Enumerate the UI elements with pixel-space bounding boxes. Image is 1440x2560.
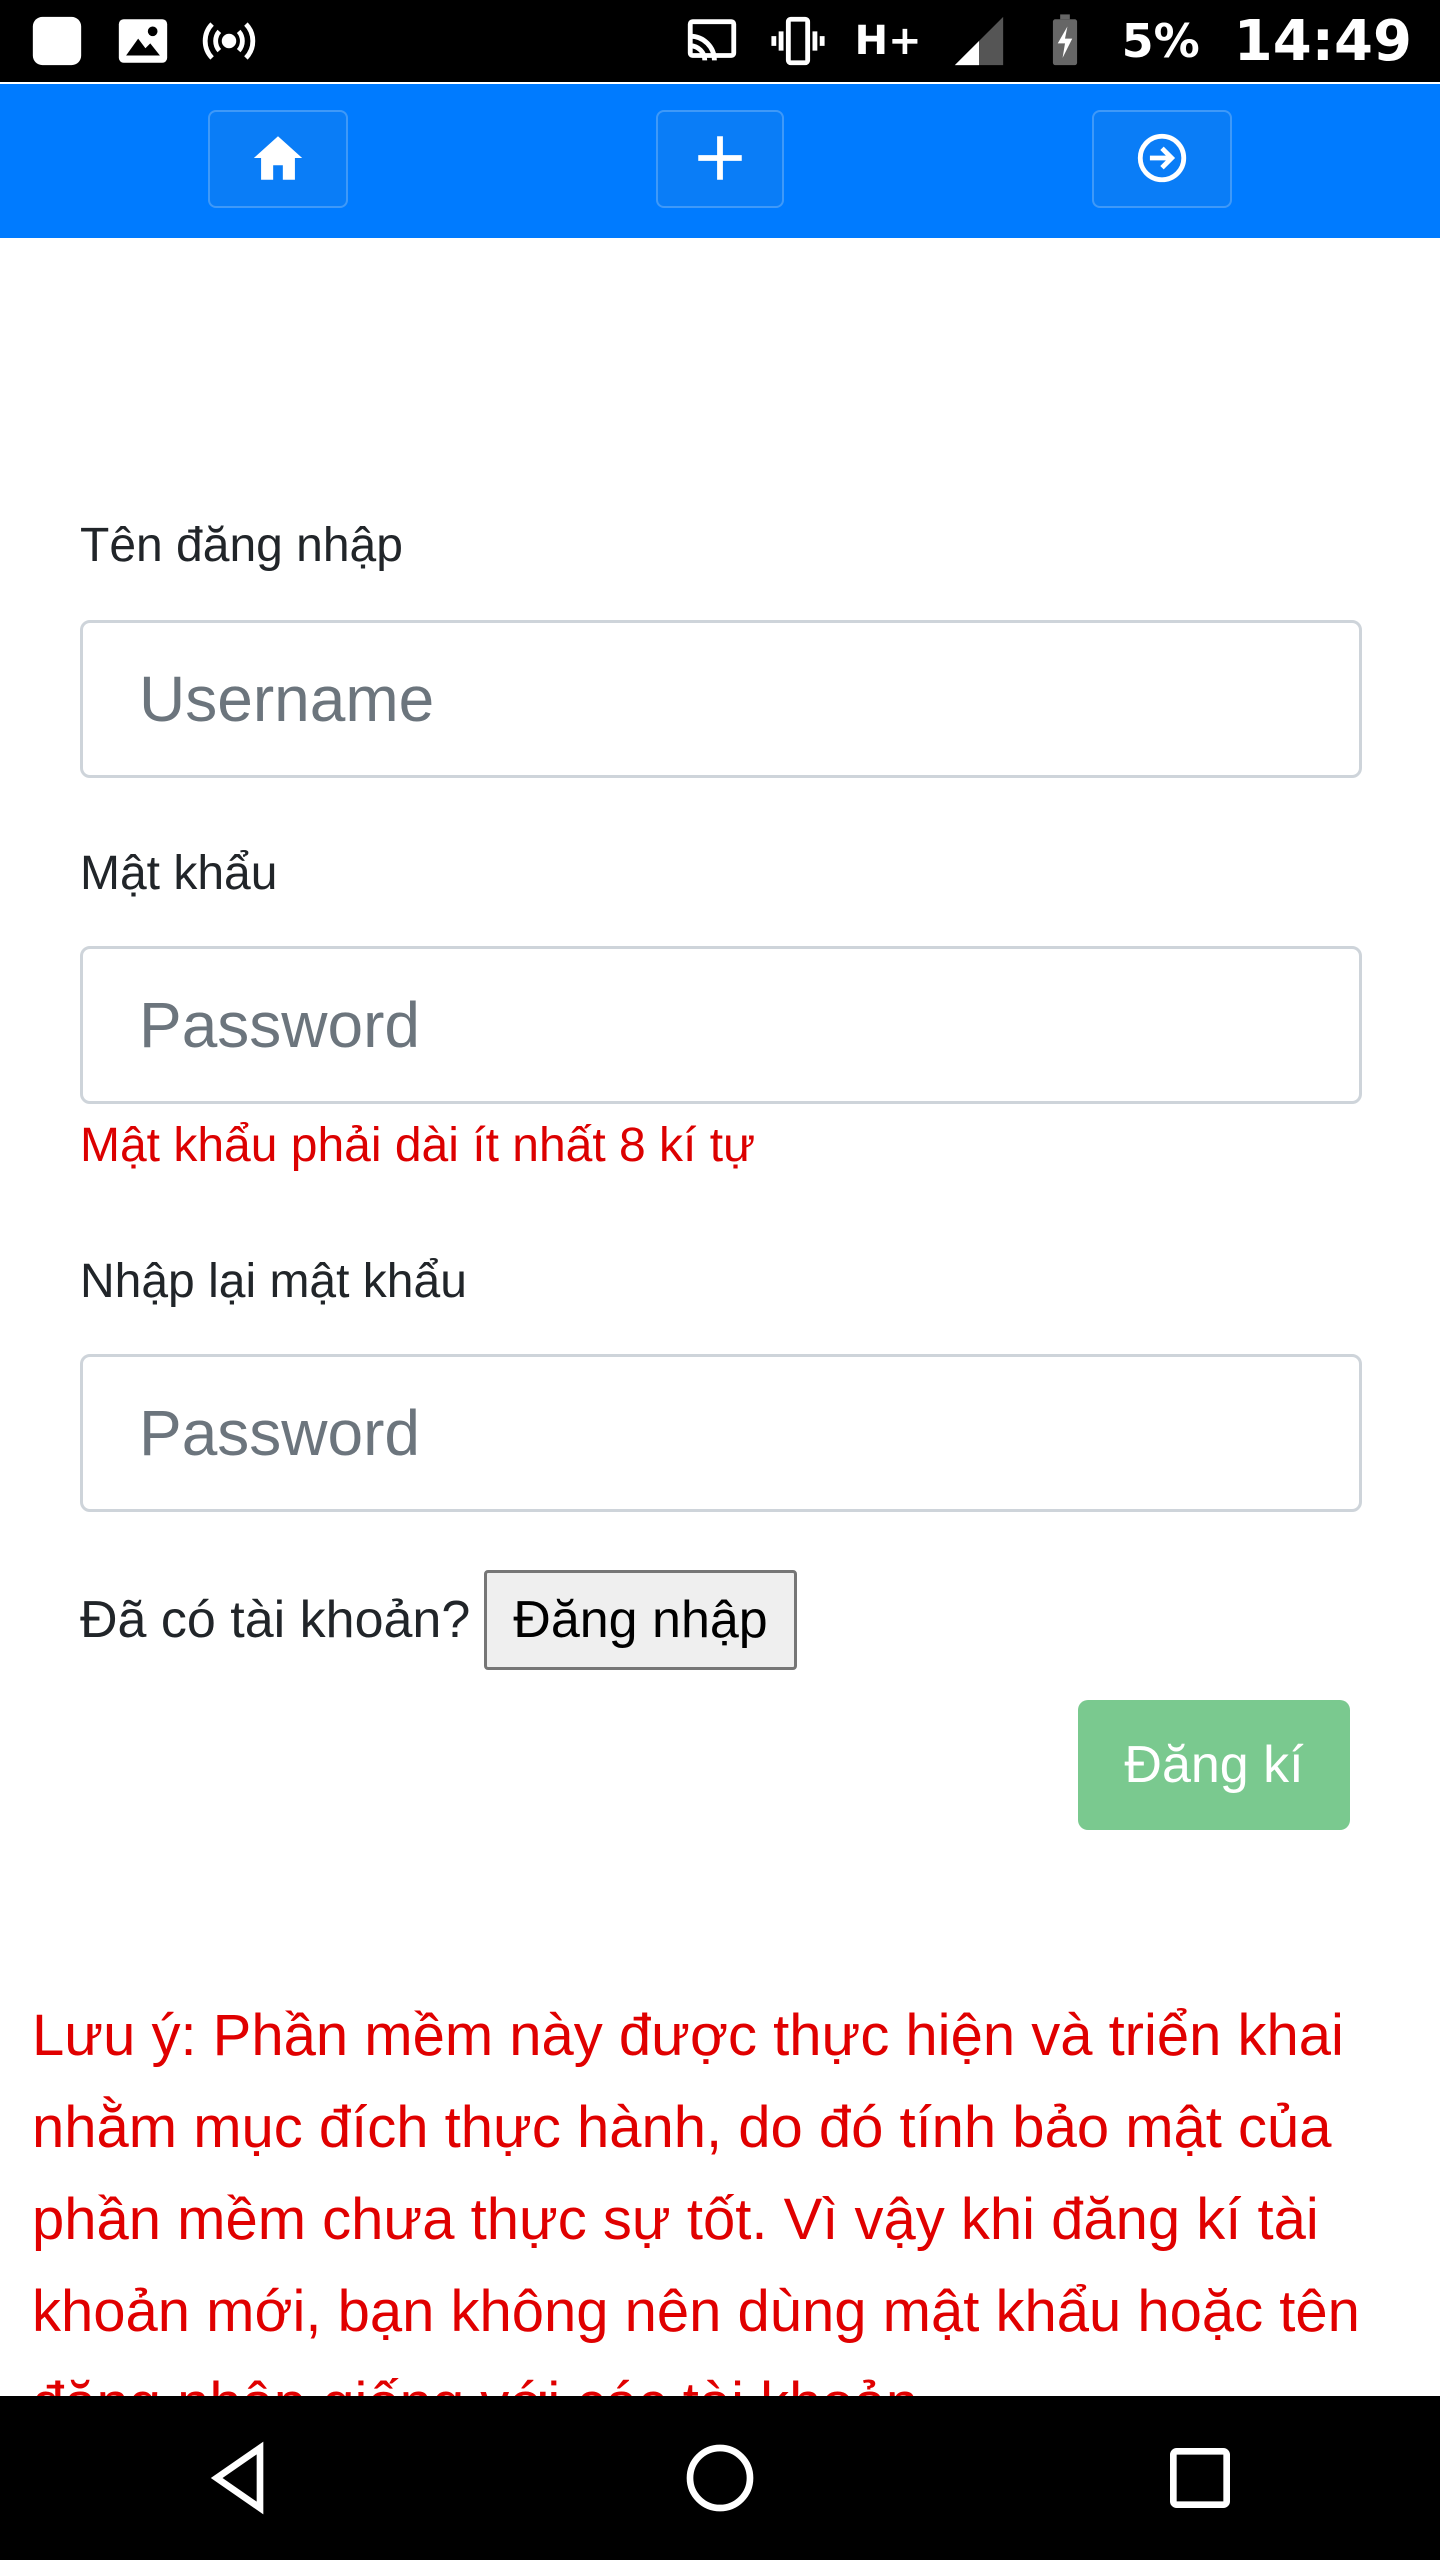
password-input[interactable]	[80, 946, 1362, 1104]
have-account-row: Đã có tài khoản? Đăng nhập	[80, 1570, 797, 1670]
signal-icon	[950, 12, 1008, 70]
sign-in-icon	[1133, 129, 1191, 190]
security-note: Lưu ý: Phần mềm này được thực hiện và tr…	[32, 2003, 1360, 2436]
network-h-plus-icon: H+	[854, 18, 922, 64]
status-bar: H+ 5% 14:49	[0, 0, 1440, 82]
battery-percent: 5%	[1121, 14, 1200, 68]
home-circle-icon	[686, 2444, 754, 2512]
back-icon	[210, 2441, 264, 2515]
have-account-text: Đã có tài khoản?	[80, 1591, 471, 1649]
username-label: Tên đăng nhập	[80, 519, 403, 572]
app-nav-bar	[0, 84, 1440, 238]
battery-charging-icon	[1036, 12, 1094, 70]
system-navigation-bar	[0, 2396, 1440, 2560]
app-icon	[28, 12, 86, 70]
confirm-password-label: Nhập lại mật khẩu	[80, 1255, 467, 1308]
home-nav-button[interactable]	[660, 2418, 780, 2538]
username-input[interactable]	[80, 620, 1362, 778]
recents-icon	[1170, 2448, 1230, 2508]
confirm-password-input[interactable]	[80, 1354, 1362, 1512]
home-button[interactable]	[208, 110, 348, 208]
clock: 14:49	[1233, 8, 1412, 74]
register-button[interactable]: Đăng kí	[1078, 1700, 1350, 1830]
password-label: Mật khẩu	[80, 847, 278, 900]
image-icon	[114, 12, 172, 70]
plus-icon	[691, 129, 749, 190]
home-icon	[249, 129, 307, 190]
hotspot-icon	[200, 12, 258, 70]
login-button[interactable]: Đăng nhập	[484, 1570, 797, 1670]
recents-button[interactable]	[1140, 2418, 1260, 2538]
password-error-message: Mật khẩu phải dài ít nhất 8 kí tự	[80, 1119, 756, 1172]
cast-icon	[683, 12, 741, 70]
back-button[interactable]	[180, 2418, 300, 2538]
sign-in-button[interactable]	[1092, 110, 1232, 208]
add-button[interactable]	[656, 110, 784, 208]
vibrate-icon	[769, 12, 827, 70]
